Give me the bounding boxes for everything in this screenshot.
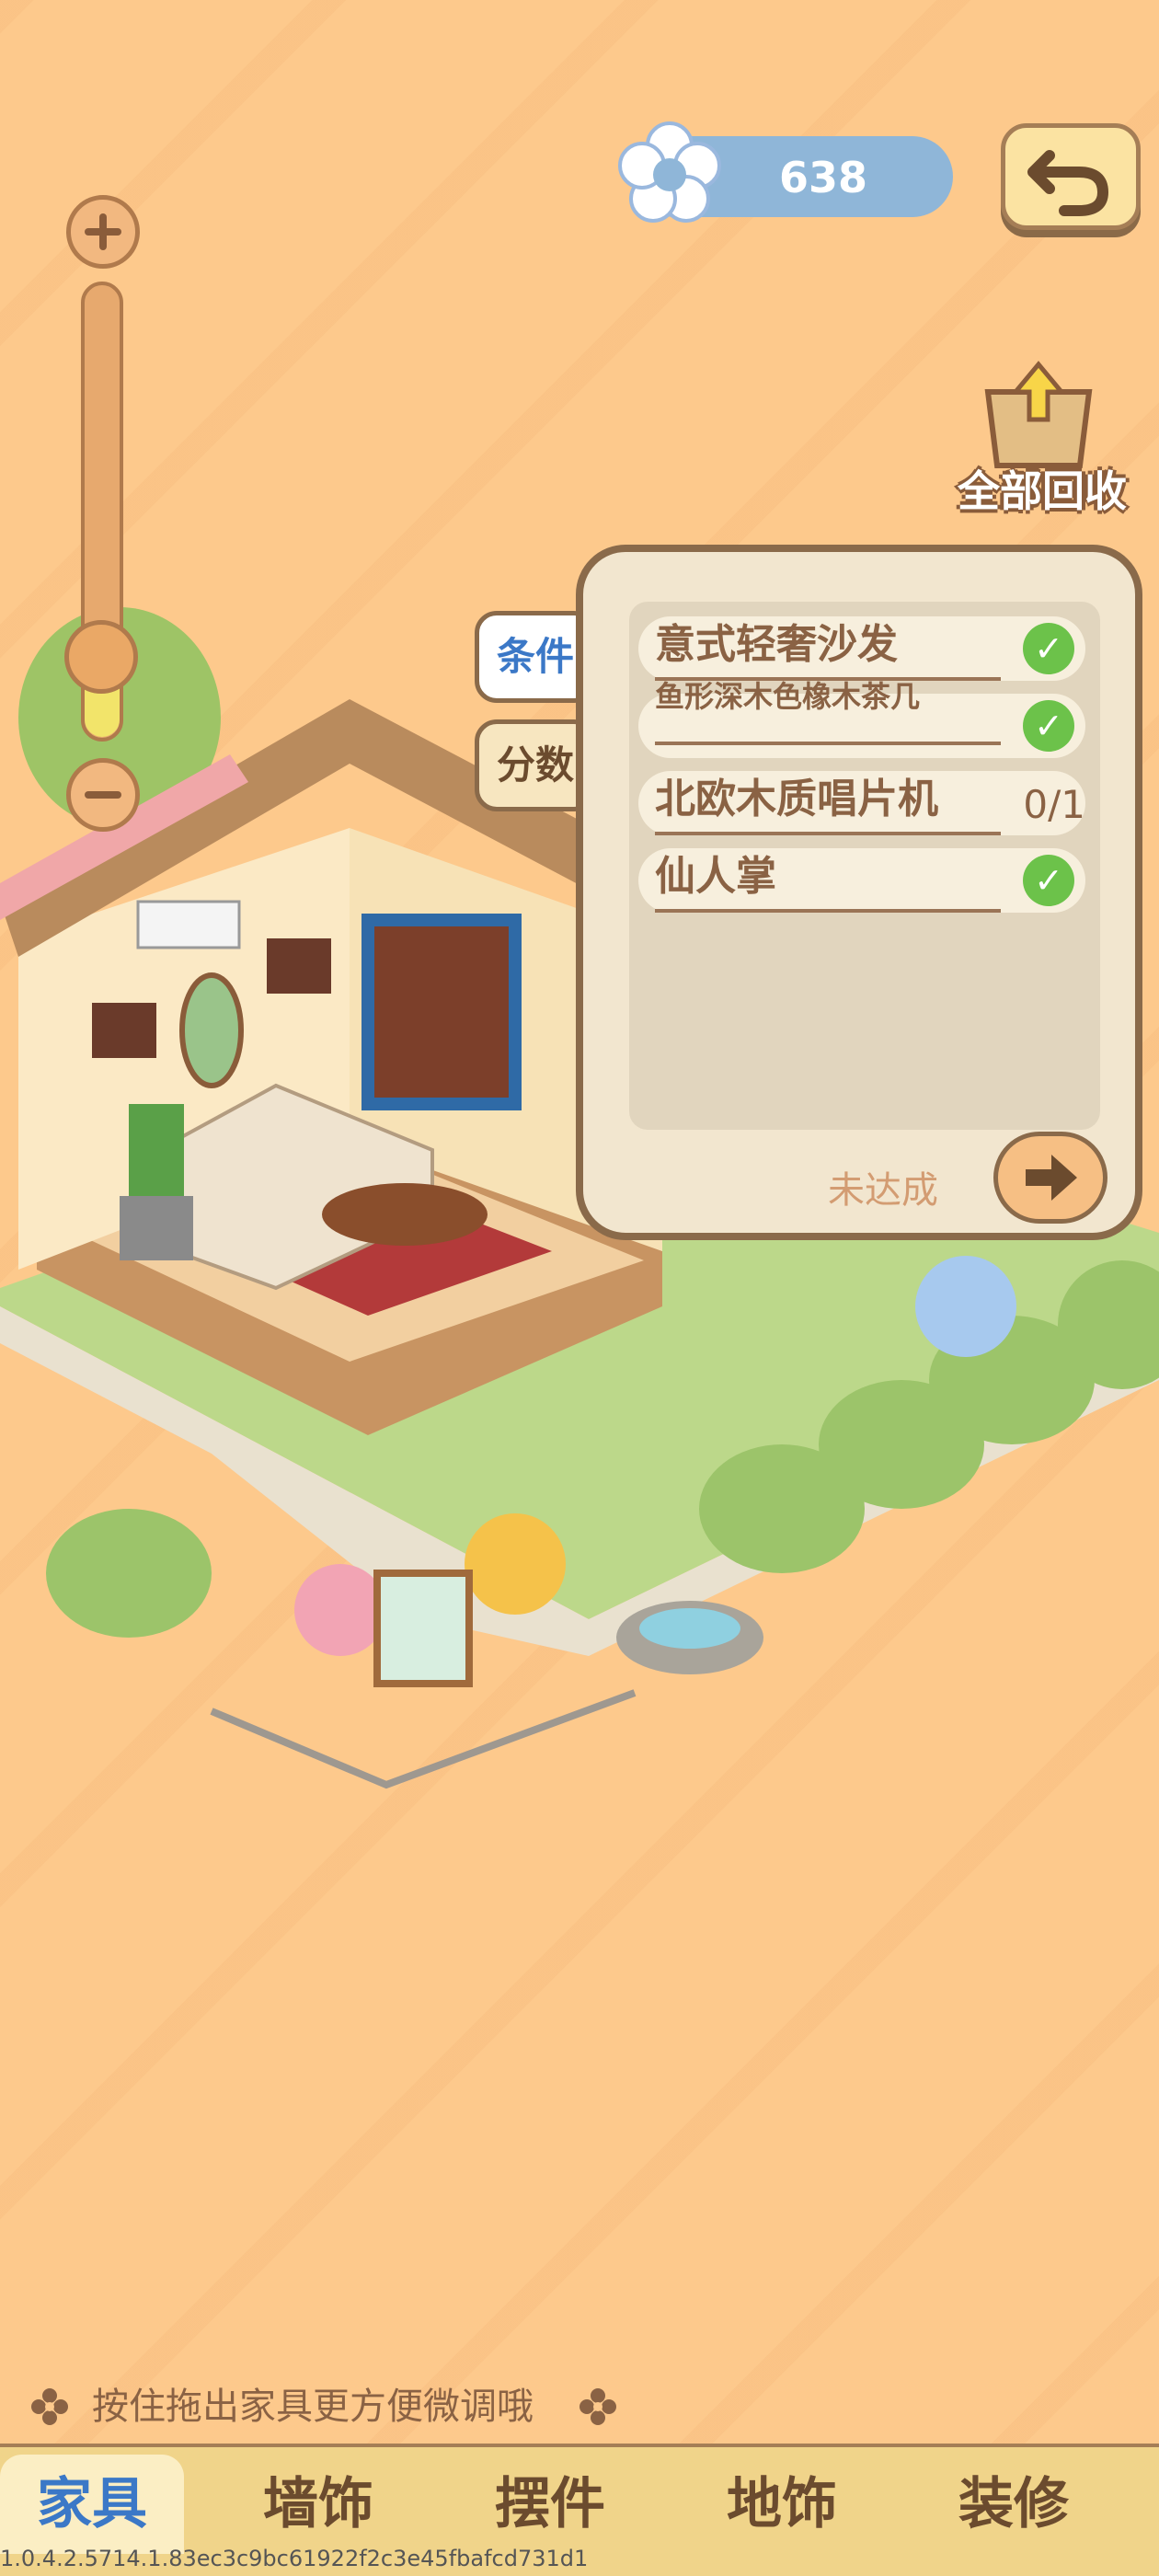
recycle-all-label[interactable]: 全部回收 (944, 458, 1141, 524)
check-icon: ✓ (1023, 623, 1074, 674)
status-text: 未达成 (828, 1169, 938, 1212)
flower-bush (915, 1256, 1016, 1357)
easel (373, 1570, 473, 1687)
nav-wall-decor[interactable]: 墙饰 (226, 2455, 410, 2554)
box-recycle-icon[interactable] (979, 355, 1098, 475)
coffee-table (322, 1183, 488, 1246)
currency-value: 638 (778, 153, 868, 202)
flower-bush (294, 1564, 386, 1656)
condition-progress: 0/1 (1023, 782, 1085, 827)
nav-ornaments[interactable]: 摆件 (458, 2455, 642, 2554)
hint-text: 按住拖出家具更方便微调哦 (92, 2386, 534, 2428)
flower-icon (618, 121, 721, 223)
window (361, 914, 522, 1110)
nav-furniture[interactable]: 家具 (0, 2455, 184, 2554)
zoom-out-button[interactable] (66, 758, 140, 832)
version-text: 1.0.4.2.5714.1.83ec3c9bc61922f2c3e45fbaf… (0, 2546, 589, 2571)
next-button[interactable] (993, 1132, 1107, 1224)
check-icon: ✓ (1023, 855, 1074, 906)
speaker (267, 938, 331, 994)
back-button[interactable] (1001, 123, 1141, 230)
zoom-slider-thumb[interactable] (64, 620, 138, 694)
flower-bush (465, 1513, 566, 1615)
fence (210, 1689, 637, 1789)
condition-name: 意式轻奢沙发 (655, 616, 1001, 681)
condition-name: 鱼形深木色橡木茶几 (655, 681, 1001, 745)
clover-icon (31, 2388, 68, 2425)
air-conditioner (136, 900, 241, 949)
nav-floor-decor[interactable]: 地饰 (690, 2455, 874, 2554)
condition-name: 北欧木质唱片机 (655, 771, 1001, 835)
clover-icon (580, 2388, 616, 2425)
condition-name: 仙人掌 (655, 848, 1001, 913)
arrow-right-icon (1026, 1155, 1077, 1201)
plus-icon (85, 213, 121, 250)
nav-renovation[interactable]: 装修 (922, 2455, 1106, 2554)
check-icon: ✓ (1023, 700, 1074, 752)
undo-icon (1027, 150, 1109, 216)
zoom-in-button[interactable] (66, 195, 140, 269)
speaker (92, 1003, 156, 1058)
mirror (179, 972, 244, 1088)
minus-icon (85, 791, 121, 799)
bush (46, 1509, 212, 1638)
